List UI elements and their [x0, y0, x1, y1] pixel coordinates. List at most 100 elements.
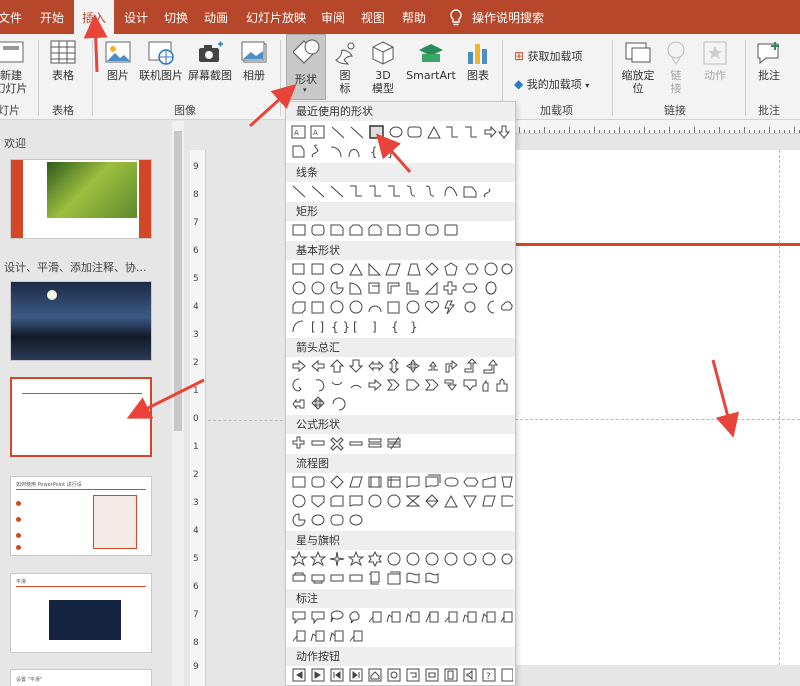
action-button[interactable]: 动作: [698, 40, 732, 82]
smartart-button[interactable]: SmartArt: [404, 40, 458, 82]
12-point-star-icon[interactable]: [444, 552, 458, 566]
album-button[interactable]: 相册: [236, 40, 272, 82]
u-turn-arrow-icon[interactable]: [464, 358, 478, 373]
equal-sign-icon[interactable]: [368, 438, 382, 448]
curved-up-arrow-icon[interactable]: [350, 384, 362, 389]
left-arrow-icon[interactable]: [311, 359, 325, 373]
oval-icon[interactable]: [330, 263, 344, 275]
multiply-sign-icon[interactable]: [330, 437, 344, 451]
flowchart-sequential-storage-icon[interactable]: [292, 513, 306, 527]
right-triangle-icon[interactable]: [368, 262, 382, 276]
tab-transitions[interactable]: 切换: [164, 0, 188, 34]
flowchart-alternate-process-icon[interactable]: [311, 476, 325, 488]
sun-icon[interactable]: [464, 301, 476, 313]
left-right-up-arrow-icon[interactable]: [428, 361, 438, 371]
line-callout-3-icon[interactable]: [405, 611, 420, 623]
online-pictures-button[interactable]: 联机图片: [136, 40, 186, 82]
bevel-icon[interactable]: [311, 301, 324, 314]
plus-sign-icon[interactable]: [292, 436, 305, 449]
flowchart-document-icon[interactable]: [406, 476, 420, 488]
line-icon[interactable]: [331, 126, 345, 139]
block-arc-icon[interactable]: [368, 305, 382, 313]
slide-thumbnail-6[interactable]: 设置 "平滑": [10, 669, 152, 686]
slide-thumbnail-5[interactable]: 平滑: [10, 573, 152, 653]
double-arrow-line-icon[interactable]: [330, 185, 344, 198]
oval-shape-icon[interactable]: [389, 126, 403, 138]
rounded-rectangular-callout-icon[interactable]: [311, 611, 325, 625]
teardrop-icon[interactable]: [368, 282, 380, 294]
down-arrow-callout-icon[interactable]: [463, 379, 477, 391]
curved-connector-icon[interactable]: [406, 185, 416, 197]
cloud-icon[interactable]: [501, 301, 513, 311]
notched-right-arrow-icon[interactable]: [386, 379, 400, 391]
slide-editing-canvas[interactable]: [515, 150, 800, 665]
line-callout-1-icon[interactable]: [368, 611, 382, 623]
action-custom-icon[interactable]: [501, 668, 513, 682]
slide-pane-scrollbar[interactable]: [172, 121, 184, 686]
table-button[interactable]: 表格: [46, 40, 80, 82]
explosion-2-icon[interactable]: [309, 550, 327, 567]
triangle-icon[interactable]: [427, 125, 441, 139]
flowchart-stored-data-icon[interactable]: [482, 495, 496, 507]
ribbon-up-icon[interactable]: [292, 572, 306, 582]
tab-animations[interactable]: 动画: [204, 0, 228, 34]
10-point-star-icon[interactable]: [425, 552, 439, 566]
rectangle-shape-icon[interactable]: [369, 125, 384, 139]
down-arrow-icon[interactable]: [348, 359, 364, 373]
icons-button[interactable]: 图 标: [330, 40, 360, 95]
diagonal-stripe-icon[interactable]: [424, 281, 438, 295]
diamond-icon[interactable]: [425, 262, 439, 276]
pentagon-icon[interactable]: [444, 262, 458, 276]
rectangular-callout-icon[interactable]: [292, 611, 306, 625]
flowchart-punched-tape-icon[interactable]: [349, 495, 363, 507]
elbow-double-arrow-icon[interactable]: [388, 185, 400, 197]
pie-icon[interactable]: [330, 281, 344, 295]
round-same-side-icon[interactable]: [425, 224, 439, 236]
dodecagon-icon[interactable]: [311, 281, 325, 295]
arc-icon[interactable]: [292, 320, 304, 333]
cloud-callout-icon[interactable]: [349, 611, 360, 624]
flowchart-delay-icon[interactable]: [501, 495, 513, 507]
flowchart-manual-input-icon[interactable]: [482, 476, 496, 488]
heart-icon[interactable]: [424, 300, 440, 314]
flowchart-preparation-icon[interactable]: [463, 477, 479, 487]
pictures-button[interactable]: 图片: [100, 40, 136, 82]
can-icon[interactable]: [485, 281, 497, 295]
tab-design[interactable]: 设计: [124, 0, 148, 34]
left-brace-icon[interactable]: {: [370, 145, 378, 159]
elbow-connector-icon[interactable]: [350, 185, 362, 197]
16-point-star-icon[interactable]: [463, 552, 477, 566]
chevron-icon[interactable]: [424, 379, 439, 391]
flowchart-terminator-icon[interactable]: [444, 477, 459, 487]
freeform-icon[interactable]: [463, 186, 477, 198]
vertical-scroll-icon[interactable]: [369, 571, 380, 585]
5-point-star-icon[interactable]: [347, 550, 365, 567]
comment-button[interactable]: 批注: [752, 40, 786, 82]
flowchart-decision-icon[interactable]: [330, 475, 344, 489]
double-bracket-icon[interactable]: [ ]: [311, 320, 324, 334]
curve-icon[interactable]: [444, 186, 458, 197]
tab-help[interactable]: 帮助: [402, 0, 426, 34]
smiley-face-icon[interactable]: [406, 300, 420, 314]
folded-corner-icon[interactable]: [387, 301, 400, 314]
curved-down-arrow-icon[interactable]: [331, 381, 343, 386]
right-arrow-icon[interactable]: [292, 359, 306, 373]
tab-home[interactable]: 开始: [40, 0, 64, 34]
arrow-line-icon[interactable]: [350, 126, 364, 139]
rounded-rectangle-icon[interactable]: [407, 126, 422, 138]
rounded-rectangle-icon[interactable]: [311, 224, 325, 236]
accent-callout-2-icon[interactable]: [462, 611, 477, 623]
vertical-guide[interactable]: [779, 150, 780, 665]
zoom-button[interactable]: 缩放定 位: [618, 40, 658, 95]
slide-accent-line[interactable]: [515, 243, 800, 246]
right-arrow-callout-icon[interactable]: [444, 379, 458, 391]
curve-icon[interactable]: [311, 144, 319, 158]
flowchart-or-icon[interactable]: [387, 494, 401, 508]
ribbon-down-icon[interactable]: [311, 574, 325, 584]
curved-right-arrow-icon[interactable]: [315, 379, 325, 392]
new-slide-button[interactable]: 新建 幻灯片: [0, 40, 28, 95]
tab-review[interactable]: 审阅: [321, 0, 345, 34]
7-point-star-icon[interactable]: [387, 552, 401, 566]
flowchart-sort-icon[interactable]: [425, 494, 439, 508]
circular-arrow-icon[interactable]: [292, 378, 302, 392]
